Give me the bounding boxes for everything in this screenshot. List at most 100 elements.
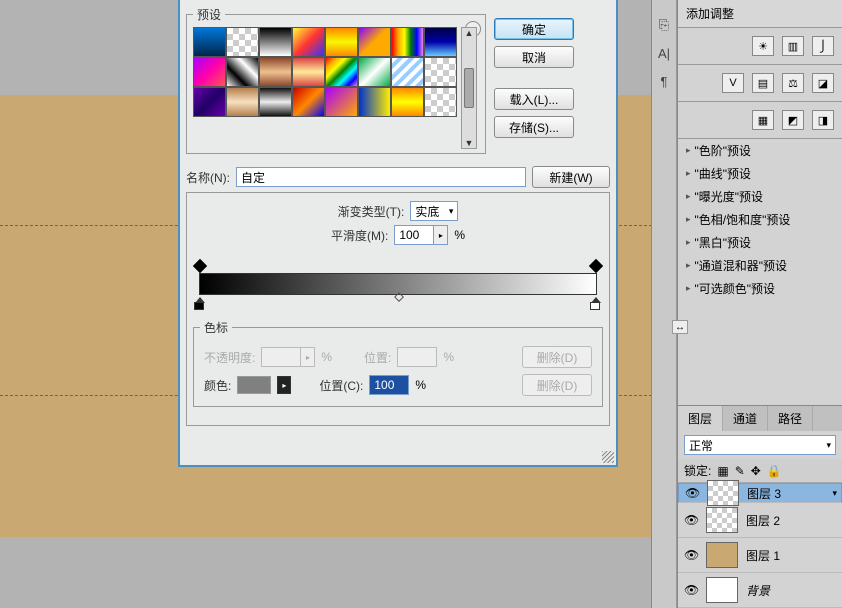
preset-swatch[interactable] (226, 57, 259, 87)
preset-swatch[interactable] (325, 57, 358, 87)
save-button[interactable]: 存储(S)... (494, 116, 574, 138)
preset-swatch[interactable] (259, 57, 292, 87)
preset-swatch[interactable] (193, 87, 226, 117)
levels-icon[interactable]: ▥ (782, 36, 804, 56)
visibility-icon[interactable]: 👁 (684, 548, 698, 562)
tab[interactable]: 通道 (723, 406, 768, 431)
scrollbar[interactable]: ▲ ▼ (461, 27, 477, 149)
preset-swatch[interactable] (292, 27, 325, 57)
preset-swatch[interactable] (391, 57, 424, 87)
lock-brush-icon[interactable]: ✎ (735, 464, 745, 478)
blend-mode-select[interactable]: 正常 (684, 435, 836, 455)
layer-thumb (706, 507, 738, 533)
color-swatch[interactable] (237, 376, 271, 394)
layer-name: 图层 2 (746, 512, 780, 529)
load-button[interactable]: 载入(L)... (494, 88, 574, 110)
gradient-type-select[interactable]: 实底 (410, 201, 458, 221)
preset-swatch[interactable] (424, 27, 457, 57)
layer-row[interactable]: 👁图层 3 (678, 483, 842, 503)
layer-row[interactable]: 👁 图层 1 (678, 538, 842, 573)
preset-item[interactable]: "可选颜色"预设 (678, 277, 842, 300)
preset-swatch[interactable] (424, 57, 457, 87)
presets-fieldset: 预设 ▸ ▲ ▼ (186, 6, 486, 154)
threshold-icon[interactable]: ◩ (782, 110, 804, 130)
preset-swatch[interactable] (424, 87, 457, 117)
preset-swatch[interactable] (193, 57, 226, 87)
curves-icon[interactable]: ⎭ (812, 36, 834, 56)
preset-swatch[interactable] (292, 57, 325, 87)
scroll-down-icon[interactable]: ▼ (465, 138, 474, 148)
scroll-thumb[interactable] (464, 68, 474, 108)
panels-sidebar: 添加调整 ☀ ▥ ⎭ V ▤ ⚖ ◪ ▦ ◩ ◨ "色阶"预设"曲线"预设"曝光… (677, 0, 842, 608)
scroll-up-icon[interactable]: ▲ (465, 28, 474, 38)
balance-icon[interactable]: ⚖ (782, 73, 804, 93)
preset-swatch[interactable] (193, 27, 226, 57)
preset-swatch[interactable] (325, 27, 358, 57)
paragraph-icon[interactable]: ¶ (655, 72, 673, 90)
preset-item[interactable]: "曝光度"预设 (678, 185, 842, 208)
adjustments-label: 添加调整 (686, 5, 734, 22)
preset-item[interactable]: "黑白"预设 (678, 231, 842, 254)
preset-swatch[interactable] (391, 87, 424, 117)
preset-item[interactable]: "色阶"预设 (678, 139, 842, 162)
layer-thumb (707, 480, 739, 506)
preset-swatch[interactable] (358, 27, 391, 57)
preset-swatch[interactable] (358, 87, 391, 117)
cancel-button[interactable]: 取消 (494, 46, 574, 68)
tab[interactable]: 路径 (768, 406, 813, 431)
visibility-icon[interactable]: 👁 (684, 583, 698, 597)
v-icon[interactable]: V (722, 73, 744, 93)
smoothness-input[interactable] (394, 225, 434, 245)
layer-row[interactable]: 👁背景 (678, 573, 842, 608)
stops-fieldset: 色标 不透明度: ▸ % 位置: % 删除(D) 颜色: ▸ 位置(C): % (193, 319, 603, 407)
layer-name: 图层 1 (746, 547, 780, 564)
preset-item[interactable]: "曲线"预设 (678, 162, 842, 185)
opacity-stop[interactable] (589, 259, 603, 273)
panel-icon[interactable]: ⎘ (655, 16, 673, 34)
color-stop[interactable] (194, 297, 206, 309)
preset-swatch[interactable] (259, 27, 292, 57)
percent-label: % (415, 378, 426, 392)
preset-swatch[interactable] (226, 27, 259, 57)
posterize-icon[interactable]: ▦ (752, 110, 774, 130)
layer-row[interactable]: 👁 图层 2 (678, 503, 842, 538)
preset-swatch[interactable] (391, 27, 424, 57)
opacity-stop[interactable] (193, 259, 207, 273)
preset-swatch[interactable] (292, 87, 325, 117)
visibility-icon[interactable]: 👁 (685, 486, 699, 500)
visibility-icon[interactable]: 👁 (684, 513, 698, 527)
panel-corner-icon[interactable]: ↔ (672, 320, 688, 334)
percent-label: % (454, 228, 465, 242)
lock-label: 锁定: (684, 462, 711, 479)
chevron-right-icon[interactable]: ▸ (434, 225, 448, 245)
chevron-right-icon[interactable]: ▸ (277, 376, 291, 394)
preset-swatch[interactable] (226, 87, 259, 117)
preset-swatch[interactable] (259, 87, 292, 117)
lock-move-icon[interactable]: ✥ (751, 464, 761, 478)
selective-icon[interactable]: ◨ (812, 110, 834, 130)
layer-thumb (706, 577, 738, 603)
lock-transparency-icon[interactable]: ▦ (717, 464, 728, 478)
text-icon[interactable]: A| (655, 44, 673, 62)
color-label: 颜色: (204, 377, 231, 394)
preset-item[interactable]: "通道混和器"预设 (678, 254, 842, 277)
tab[interactable]: 图层 (678, 406, 723, 431)
gradient-icon[interactable]: ▤ (752, 73, 774, 93)
gradient-editor-dialog: 预设 ▸ ▲ ▼ 确定 取消 载入(L)... 存储(S)... 名称(N): (178, 0, 618, 467)
location-input[interactable] (369, 375, 409, 395)
delete-button: 删除(D) (522, 346, 592, 368)
preset-item[interactable]: "色相/饱和度"预设 (678, 208, 842, 231)
bw-icon[interactable]: ◪ (812, 73, 834, 93)
preset-swatch[interactable] (325, 87, 358, 117)
gradient-ramp[interactable] (199, 273, 597, 295)
location-label: 位置(C): (319, 377, 363, 394)
chevron-right-icon: ▸ (301, 347, 315, 367)
lock-all-icon[interactable]: 🔒 (767, 464, 782, 478)
color-stop[interactable] (590, 297, 602, 309)
preset-swatch[interactable] (358, 57, 391, 87)
ok-button[interactable]: 确定 (494, 18, 574, 40)
new-button[interactable]: 新建(W) (532, 166, 610, 188)
brightness-icon[interactable]: ☀ (752, 36, 774, 56)
resize-grip-icon[interactable] (602, 451, 614, 463)
name-input[interactable] (236, 167, 526, 187)
